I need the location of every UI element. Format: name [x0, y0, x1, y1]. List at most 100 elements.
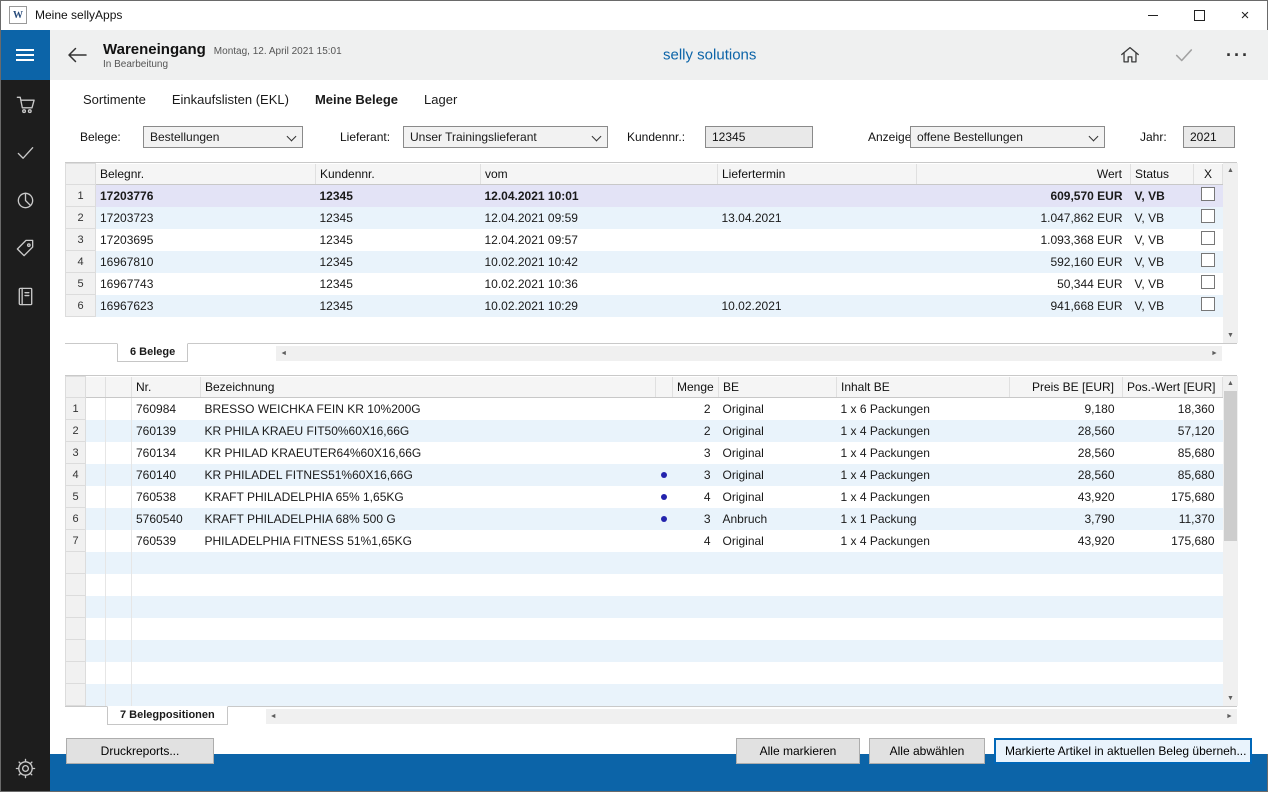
row-number: 4: [66, 251, 96, 273]
home-button[interactable]: [1118, 43, 1142, 67]
belege-count-label: 6 Belege: [117, 343, 188, 362]
belege-vertical-scrollbar[interactable]: ▲ ▼: [1223, 163, 1238, 343]
scroll-up-icon[interactable]: ▲: [1223, 163, 1238, 178]
kundennr-input[interactable]: [705, 126, 813, 148]
pie-chart-icon: [15, 190, 36, 211]
row-select-checkbox[interactable]: [1201, 231, 1215, 245]
col-inhalt-be[interactable]: Inhalt BE: [837, 377, 1010, 398]
alle-abwaehlen-button[interactable]: Alle abwählen: [869, 738, 985, 764]
scroll-down-icon[interactable]: ▼: [1223, 328, 1238, 343]
anzeige-select[interactable]: offene Bestellungen: [910, 126, 1105, 148]
position-row[interactable]: [66, 596, 1223, 618]
sidebar-item-cart[interactable]: [0, 80, 50, 128]
position-row[interactable]: [66, 684, 1223, 706]
menu-button[interactable]: [0, 30, 50, 80]
col-kundennr[interactable]: Kundennr.: [316, 164, 481, 185]
scrollbar-track[interactable]: [281, 709, 1222, 724]
position-row[interactable]: 6 5760540 KRAFT PHILADELPHIA 68% 500 G 3…: [66, 508, 1223, 530]
scrollbar-track[interactable]: [1223, 178, 1238, 328]
minimize-button[interactable]: [1130, 0, 1176, 30]
beleg-row[interactable]: 3 17203695 12345 12.04.2021 09:57 1.093,…: [66, 229, 1223, 251]
col-menge[interactable]: Menge: [673, 377, 719, 398]
druckreports-button[interactable]: Druckreports...: [66, 738, 214, 764]
col-liefertermin[interactable]: Liefertermin: [718, 164, 917, 185]
lieferant-select[interactable]: Unser Trainingslieferant: [403, 126, 608, 148]
position-row[interactable]: [66, 640, 1223, 662]
scrollbar-thumb[interactable]: [1224, 391, 1237, 541]
position-row[interactable]: 5 760538 KRAFT PHILADELPHIA 65% 1,65KG 4…: [66, 486, 1223, 508]
back-button[interactable]: [63, 41, 91, 69]
beleg-row[interactable]: 4 16967810 12345 10.02.2021 10:42 592,16…: [66, 251, 1223, 273]
tab-meine-belege[interactable]: Meine Belege: [315, 92, 398, 112]
close-button[interactable]: ×: [1222, 0, 1268, 30]
cell-kundennr: 12345: [316, 251, 481, 273]
row-select-checkbox[interactable]: [1201, 209, 1215, 223]
row-select-checkbox[interactable]: [1201, 275, 1215, 289]
sidebar-item-tasks[interactable]: [0, 128, 50, 176]
sidebar-item-statistics[interactable]: [0, 176, 50, 224]
cell-be: Original: [719, 442, 837, 464]
scroll-right-icon[interactable]: ►: [1222, 709, 1237, 724]
positionen-vertical-scrollbar[interactable]: ▲ ▼: [1223, 376, 1238, 706]
scroll-left-icon[interactable]: ◄: [266, 709, 281, 724]
belege-horizontal-scrollbar[interactable]: ◄ ►: [276, 346, 1222, 361]
cell-status: V, VB: [1131, 207, 1194, 229]
scroll-left-icon[interactable]: ◄: [276, 346, 291, 361]
col-bezeichnung[interactable]: Bezeichnung: [201, 377, 656, 398]
col-vom[interactable]: vom: [481, 164, 718, 185]
maximize-button[interactable]: [1176, 0, 1222, 30]
sidebar-item-settings[interactable]: [0, 744, 50, 792]
row-select-checkbox[interactable]: [1201, 297, 1215, 311]
page-header: Wareneingang Montag, 12. April 2021 15:0…: [50, 30, 1268, 80]
cell-be: Original: [719, 420, 837, 442]
position-row[interactable]: [66, 662, 1223, 684]
row-number: [66, 618, 86, 640]
scroll-up-icon[interactable]: ▲: [1223, 376, 1238, 391]
scroll-right-icon[interactable]: ►: [1207, 346, 1222, 361]
row-select-checkbox[interactable]: [1201, 187, 1215, 201]
col-marker: [656, 377, 673, 398]
position-row[interactable]: 1 760984 BRESSO WEICHKA FEIN KR 10%200G …: [66, 398, 1223, 420]
position-row[interactable]: 4 760140 KR PHILADEL FITNES51%60X16,66G …: [66, 464, 1223, 486]
cell-be: [719, 552, 837, 574]
belege-select[interactable]: Bestellungen: [143, 126, 303, 148]
cell-wert: 1.047,862 EUR: [917, 207, 1131, 229]
cell-preis-be: 43,920: [1010, 530, 1123, 552]
tab-lager[interactable]: Lager: [424, 92, 457, 112]
position-row[interactable]: 7 760539 PHILADELPHIA FITNESS 51%1,65KG …: [66, 530, 1223, 552]
more-options-button[interactable]: ···: [1226, 43, 1250, 67]
scrollbar-track[interactable]: [291, 346, 1207, 361]
position-row[interactable]: [66, 552, 1223, 574]
col-belegnr[interactable]: Belegnr.: [96, 164, 316, 185]
col-x[interactable]: X: [1194, 164, 1223, 185]
beleg-row[interactable]: 2 17203723 12345 12.04.2021 09:59 13.04.…: [66, 207, 1223, 229]
scrollbar-track[interactable]: [1223, 391, 1238, 691]
col-preis-be[interactable]: Preis BE [EUR]: [1010, 377, 1123, 398]
beleg-row[interactable]: 6 16967623 12345 10.02.2021 10:29 10.02.…: [66, 295, 1223, 317]
position-row[interactable]: 3 760134 KR PHILAD KRAEUTER64%60X16,66G …: [66, 442, 1223, 464]
position-row[interactable]: [66, 574, 1223, 596]
confirm-button[interactable]: [1172, 43, 1196, 67]
beleg-row[interactable]: 5 16967743 12345 10.02.2021 10:36 50,344…: [66, 273, 1223, 295]
col-status[interactable]: Status: [1131, 164, 1194, 185]
jahr-input[interactable]: [1183, 126, 1235, 148]
cell-marker-dot: [656, 640, 673, 662]
beleg-row[interactable]: 1 17203776 12345 12.04.2021 10:01 609,57…: [66, 185, 1223, 207]
col-pos-wert[interactable]: Pos.-Wert [EUR]: [1123, 377, 1223, 398]
tab-sortimente[interactable]: Sortimente: [83, 92, 146, 112]
position-row[interactable]: 2 760139 KR PHILA KRAEU FIT50%60X16,66G …: [66, 420, 1223, 442]
tab-einkaufslisten[interactable]: Einkaufslisten (EKL): [172, 92, 289, 112]
col-be[interactable]: BE: [719, 377, 837, 398]
col-nr[interactable]: Nr.: [132, 377, 201, 398]
sidebar-item-pricetag[interactable]: [0, 224, 50, 272]
home-icon: [1119, 44, 1141, 66]
sidebar-item-journal[interactable]: [0, 272, 50, 320]
positionen-horizontal-scrollbar[interactable]: ◄ ►: [266, 709, 1237, 724]
uebernehmen-button[interactable]: Markierte Artikel in aktuellen Beleg übe…: [994, 738, 1252, 764]
col-wert[interactable]: Wert: [917, 164, 1131, 185]
cell-be: Original: [719, 530, 837, 552]
scroll-down-icon[interactable]: ▼: [1223, 691, 1238, 706]
alle-markieren-button[interactable]: Alle markieren: [736, 738, 860, 764]
position-row[interactable]: [66, 618, 1223, 640]
row-select-checkbox[interactable]: [1201, 253, 1215, 267]
